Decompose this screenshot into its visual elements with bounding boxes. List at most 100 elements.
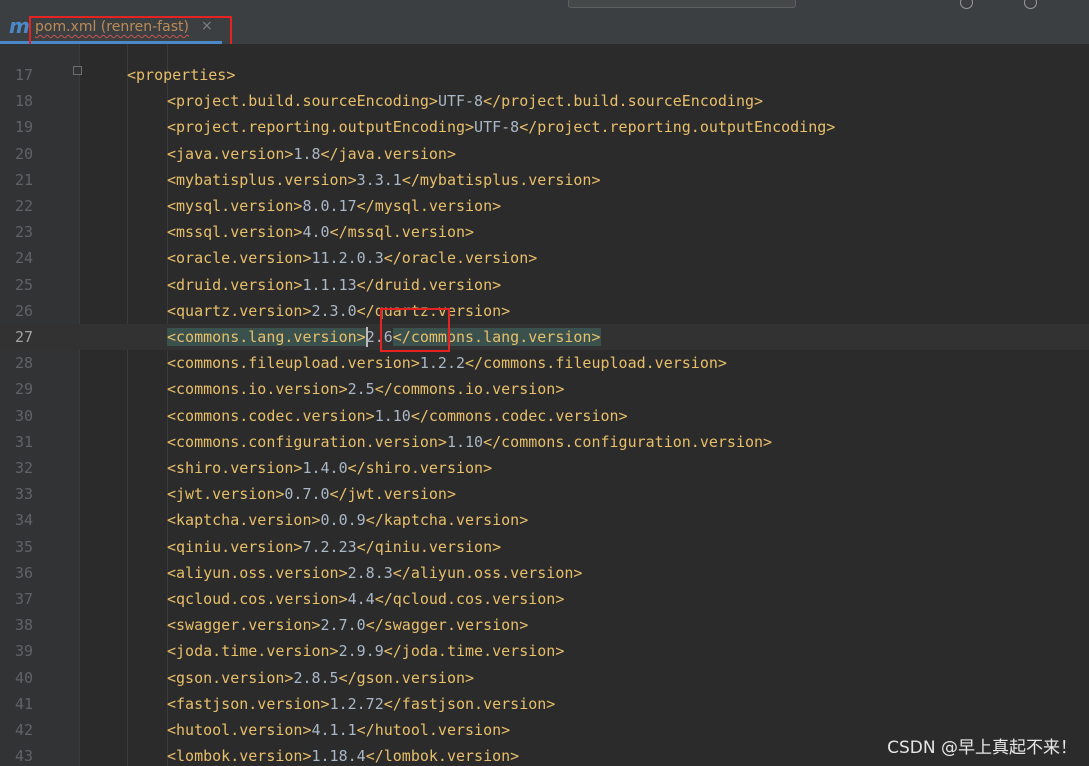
xml-value: 2.5	[347, 380, 375, 399]
xml-open-tag: <project.reporting.outputEncoding>	[167, 118, 475, 137]
close-icon[interactable]: ×	[201, 18, 213, 34]
xml-open-tag: <gson.version>	[167, 668, 294, 687]
code-text: <fastjson.version>1.2.72</fastjson.versi…	[167, 694, 555, 714]
code-line[interactable]: 37 <qcloud.cos.version>4.4</qcloud.cos.ve…	[0, 586, 1089, 612]
xml-open-tag: <commons.lang.version>	[167, 328, 366, 346]
code-text: <lombok.version>1.18.4</lombok.version>	[167, 746, 519, 766]
line-number: 22	[14, 197, 33, 215]
code-text: <commons.lang.version>2.6</commons.lang.…	[167, 327, 601, 347]
tab-pom-xml[interactable]: m pom.xml (renren-fast) ×	[0, 9, 222, 44]
toolbar-button-icon[interactable]	[960, 0, 973, 9]
editor-tab-bar: m pom.xml (renren-fast) ×	[0, 9, 1089, 45]
code-line[interactable]: 17 <properties>	[0, 62, 1089, 88]
code-text: <java.version>1.8</java.version>	[167, 144, 456, 164]
line-number: 19	[14, 118, 33, 137]
fold-toggle-icon[interactable]	[73, 66, 82, 75]
code-line[interactable]: 40 <gson.version>2.8.5</gson.version>	[0, 665, 1089, 691]
code-text: <properties>	[127, 65, 235, 85]
code-text: <project.reporting.outputEncoding>UTF-8<…	[167, 117, 835, 137]
xml-value: 2.8.5	[293, 668, 339, 687]
xml-value: 4.4	[347, 590, 375, 608]
run-config-selector[interactable]	[568, 0, 796, 8]
code-line[interactable]: 27 <commons.lang.version>2.6</commons.lan…	[0, 324, 1089, 350]
xml-open-tag: <jwt.version>	[167, 485, 285, 504]
xml-close-tag: </commons.codec.version>	[410, 406, 628, 425]
code-text: <druid.version>1.1.13</druid.version>	[167, 275, 501, 295]
xml-open-tag: <properties>	[127, 66, 236, 84]
xml-close-tag: </fastjson.version>	[383, 694, 556, 713]
code-text: <commons.io.version>2.5</commons.io.vers…	[167, 379, 564, 399]
text-caret	[366, 327, 369, 347]
xml-close-tag: </mybatisplus.version>	[401, 170, 601, 189]
xml-close-tag: </quartz.version>	[356, 301, 511, 320]
code-line[interactable]: 29 <commons.io.version>2.5</commons.io.ve…	[0, 376, 1089, 402]
line-number: 43	[14, 747, 33, 766]
line-number: 30	[14, 406, 33, 425]
line-number: 38	[14, 616, 33, 635]
line-number: 37	[14, 590, 33, 608]
code-line: 16	[0, 44, 1089, 50]
code-line[interactable]: 30 <commons.codec.version>1.10</commons.c…	[0, 403, 1089, 429]
xml-open-tag: <kaptcha.version>	[167, 511, 321, 530]
xml-value: 1.2.2	[419, 354, 466, 373]
xml-value: 7.2.23	[302, 537, 357, 556]
xml-open-tag: <mssql.version>	[167, 223, 303, 242]
code-line[interactable]: 35 <qiniu.version>7.2.23</qiniu.version>	[0, 534, 1089, 560]
xml-close-tag: </joda.time.version>	[383, 642, 565, 661]
line-number: 34	[14, 511, 33, 530]
code-text: <jwt.version>0.7.0</jwt.version>	[167, 484, 456, 504]
xml-open-tag: <commons.io.version>	[167, 380, 348, 399]
code-text: <qiniu.version>7.2.23</qiniu.version>	[167, 537, 501, 557]
code-text: <joda.time.version>2.9.9</joda.time.vers…	[167, 641, 564, 661]
xml-value: 1.10	[446, 432, 484, 451]
line-number: 16	[0, 44, 33, 46]
xml-open-tag: <commons.fileupload.version>	[167, 354, 420, 373]
code-line[interactable]: 22 <mysql.version>8.0.17</mysql.version>	[0, 193, 1089, 219]
code-line[interactable]: 23 <mssql.version>4.0</mssql.version>	[0, 219, 1089, 245]
xml-value: 1.1.13	[302, 275, 357, 294]
xml-value: 2.3.0	[311, 301, 357, 320]
code-line[interactable]: 38 <swagger.version>2.7.0</swagger.versio…	[0, 612, 1089, 638]
code-line[interactable]: 36 <aliyun.oss.version>2.8.3</aliyun.oss.…	[0, 560, 1089, 586]
xml-value: 4.1.1	[311, 721, 357, 739]
code-line[interactable]: 39 <joda.time.version>2.9.9</joda.time.ve…	[0, 638, 1089, 664]
code-line[interactable]: 26 <quartz.version>2.3.0</quartz.version>	[0, 298, 1089, 324]
code-text: <project.build.sourceEncoding>UTF-8</pro…	[167, 91, 763, 111]
xml-open-tag: <aliyun.oss.version>	[167, 563, 348, 582]
xml-value: 2.9.9	[338, 642, 384, 661]
xml-value: 0.0.9	[320, 511, 366, 530]
line-number: 24	[14, 249, 33, 268]
xml-value: 11.2.0.3	[311, 249, 384, 268]
code-line[interactable]: 41 <fastjson.version>1.2.72</fastjson.ver…	[0, 691, 1089, 717]
line-number: 17	[14, 66, 33, 84]
xml-close-tag: </java.version>	[320, 144, 456, 163]
code-line[interactable]: 28 <commons.fileupload.version>1.2.2</com…	[0, 350, 1089, 376]
xml-open-tag: <joda.time.version>	[167, 642, 339, 661]
line-number: 41	[14, 694, 33, 713]
line-number: 20	[14, 144, 33, 163]
xml-close-tag: </qiniu.version>	[356, 537, 502, 556]
code-line[interactable]: 20 <java.version>1.8</java.version>	[0, 141, 1089, 167]
xml-close-tag: </mysql.version>	[356, 197, 502, 215]
xml-open-tag: <fastjson.version>	[167, 694, 330, 713]
code-line[interactable]: 25 <druid.version>1.1.13</druid.version>	[0, 272, 1089, 298]
xml-value: 1.18.4	[311, 747, 366, 766]
code-line[interactable]: 24 <oracle.version>11.2.0.3</oracle.versi…	[0, 245, 1089, 271]
code-line[interactable]: 19 <project.reporting.outputEncoding>UTF-…	[0, 114, 1089, 140]
xml-close-tag: </qcloud.cos.version>	[374, 590, 565, 608]
toolbar-button-icon[interactable]	[1024, 0, 1037, 9]
xml-close-tag: </commons.io.version>	[374, 380, 565, 399]
code-line[interactable]: 33 <jwt.version>0.7.0</jwt.version>	[0, 481, 1089, 507]
code-line[interactable]: 34 <kaptcha.version>0.0.9</kaptcha.versio…	[0, 507, 1089, 533]
xml-value: 1.10	[374, 406, 411, 425]
code-line[interactable]: 18 <project.build.sourceEncoding>UTF-8</p…	[0, 88, 1089, 114]
code-text: <swagger.version>2.7.0</swagger.version>	[167, 615, 528, 635]
code-editor[interactable]: 16 17 <properties> 18 <project.build.source…	[0, 44, 1089, 766]
code-line[interactable]: 21 <mybatisplus.version>3.3.1</mybatisplu…	[0, 167, 1089, 193]
xml-close-tag: </commons.lang.version>	[392, 328, 601, 346]
code-line[interactable]: 31 <commons.configuration.version>1.10</c…	[0, 429, 1089, 455]
code-line[interactable]: 32 <shiro.version>1.4.0</shiro.version>	[0, 455, 1089, 481]
xml-open-tag: <commons.configuration.version>	[167, 432, 447, 451]
xml-close-tag: </oracle.version>	[383, 249, 538, 268]
tab-label: pom.xml (renren-fast)	[35, 19, 189, 35]
